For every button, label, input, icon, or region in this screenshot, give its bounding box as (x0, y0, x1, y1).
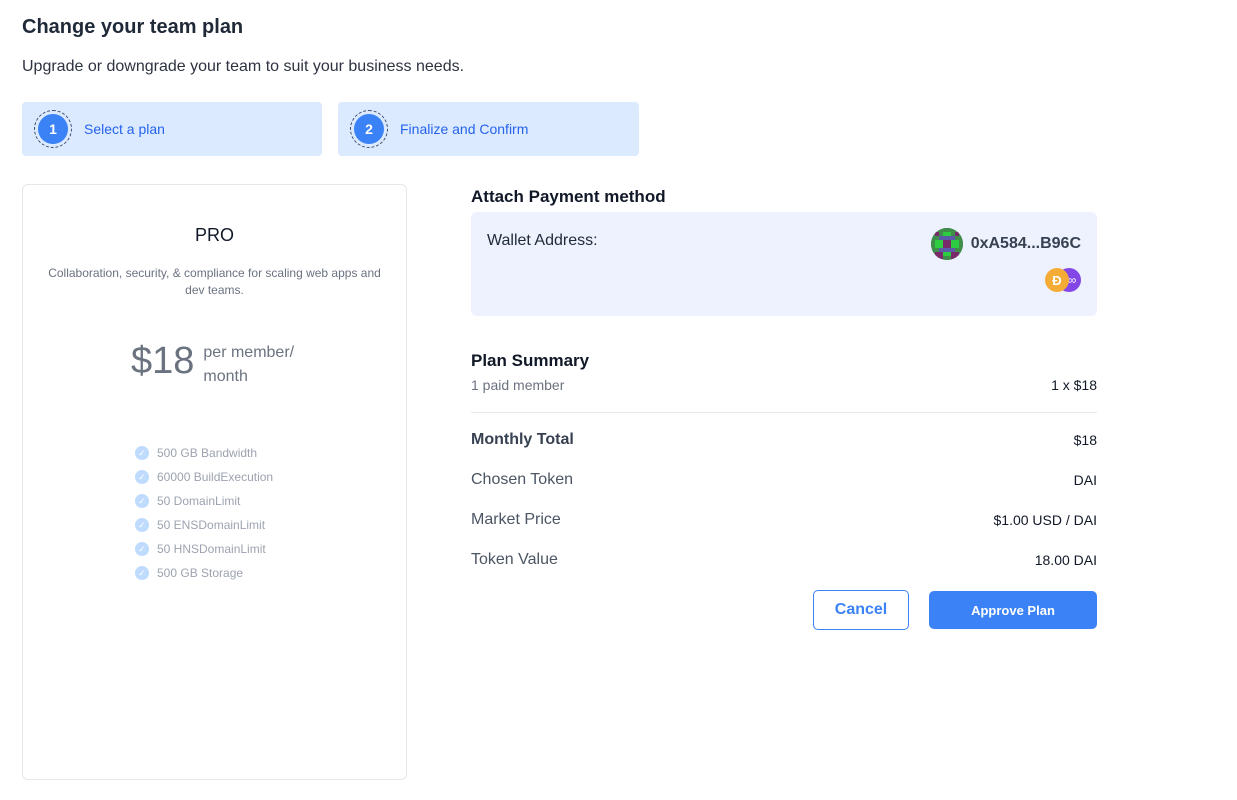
check-circle-icon: ✓ (135, 470, 149, 484)
plan-price: $18 per member/ month (131, 337, 313, 389)
market-price-label: Market Price (471, 511, 561, 528)
feature-label: 500 GB Storage (157, 566, 244, 580)
step-finalize-confirm[interactable]: 2 Finalize and Confirm (338, 102, 639, 156)
market-price-value: $1.00 USD / DAI (993, 512, 1098, 528)
check-circle-icon: ✓ (135, 542, 149, 556)
step-label: Select a plan (84, 121, 165, 137)
plan-card: PRO Collaboration, security, & complianc… (22, 184, 407, 780)
monthly-total-row: Monthly Total $18 (471, 431, 1097, 449)
chosen-token-row: Chosen Token DAI (471, 471, 1097, 489)
step-ring: 1 (34, 110, 72, 148)
feature-label: 50 DomainLimit (157, 494, 241, 508)
feature-label: 500 GB Bandwidth (157, 446, 258, 460)
step-number: 2 (354, 114, 384, 144)
page-title: Change your team plan (22, 16, 244, 38)
price-unit: per member/ month (203, 344, 295, 385)
feature-item: ✓ 50 ENSDomainLimit (135, 513, 273, 537)
price-amount: $18 (131, 340, 195, 382)
monthly-total-label: Monthly Total (471, 431, 574, 448)
paid-members-value: 1 x $18 (1051, 377, 1097, 393)
step-ring: 2 (350, 110, 388, 148)
token-value-value: 18.00 DAI (1034, 552, 1097, 568)
check-circle-icon: ✓ (135, 566, 149, 580)
plan-description: Collaboration, security, & compliance fo… (48, 266, 381, 297)
feature-item: ✓ 50 DomainLimit (135, 489, 273, 513)
feature-item: ✓ 60000 BuildExecution (135, 465, 273, 489)
token-value-label: Token Value (471, 551, 558, 568)
check-circle-icon: ✓ (135, 494, 149, 508)
wallet-label: Wallet Address: (487, 232, 598, 249)
summary-divider (471, 412, 1097, 413)
feature-label: 50 HNSDomainLimit (157, 542, 266, 556)
feature-label: 60000 BuildExecution (157, 470, 274, 484)
plan-name: PRO (194, 225, 234, 245)
feature-item: ✓ 500 GB Storage (135, 561, 273, 585)
feature-item: ✓ 50 HNSDomainLimit (135, 537, 273, 561)
payment-method-title: Attach Payment method (471, 187, 666, 206)
market-price-row: Market Price $1.00 USD / DAI (471, 511, 1097, 529)
feature-label: 50 ENSDomainLimit (157, 518, 266, 532)
paid-members-row: 1 paid member 1 x $18 (471, 377, 1097, 393)
dai-token-icon: Đ (1045, 268, 1069, 292)
chosen-token-value: DAI (1073, 472, 1097, 488)
page-subtitle: Upgrade or downgrade your team to suit y… (22, 58, 465, 75)
plan-summary-title: Plan Summary (471, 351, 590, 370)
wallet-address-group: 0xA584...B96C (930, 228, 1081, 260)
cancel-button[interactable]: Cancel (813, 590, 909, 630)
feature-item: ✓ 500 GB Bandwidth (135, 441, 273, 465)
feature-list: ✓ 500 GB Bandwidth ✓ 60000 BuildExecution … (135, 441, 273, 585)
wallet-avatar-icon (930, 228, 963, 260)
step-label: Finalize and Confirm (400, 121, 529, 137)
approve-plan-button[interactable]: Approve Plan (929, 591, 1097, 629)
token-value-row: Token Value 18.00 DAI (471, 551, 1097, 569)
wallet-address: 0xA584...B96C (970, 235, 1081, 252)
wallet-panel: Wallet Address: 0xA584...B96C Đ ∞ (471, 212, 1097, 316)
monthly-total-value: $18 (1073, 432, 1097, 448)
check-circle-icon: ✓ (135, 518, 149, 532)
step-select-plan[interactable]: 1 Select a plan (22, 102, 322, 156)
token-icons: Đ ∞ (1045, 268, 1081, 292)
step-number: 1 (38, 114, 68, 144)
chosen-token-label: Chosen Token (471, 471, 573, 488)
check-circle-icon: ✓ (135, 446, 149, 460)
paid-members-label: 1 paid member (471, 377, 565, 393)
